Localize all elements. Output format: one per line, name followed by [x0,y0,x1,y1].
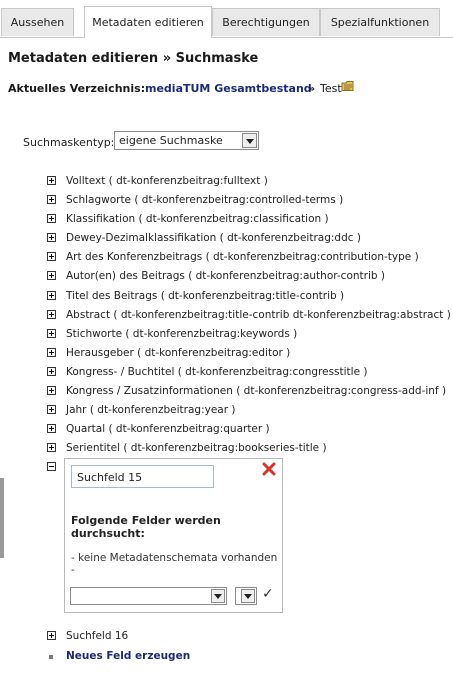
searched-fields-title: Folgende Felder werden durchsucht: [71,514,221,540]
field-label: Klassifikation ( dt-konferenzbeitrag:cla… [66,213,329,226]
collapse-minus-icon[interactable] [47,462,56,471]
tab-metadaten-editieren[interactable]: Metadaten editieren [84,6,212,38]
expand-plus-icon[interactable] [47,366,56,376]
expand-plus-icon[interactable] [47,271,56,281]
field-label: Kongress / Zusatzinformationen ( dt-konf… [66,385,447,398]
field-label: Stichworte ( dt-konferenzbeitrag:keyword… [66,327,298,340]
tab-bar: Aussehen Metadaten editieren Berechtigun… [0,0,453,38]
mask-type-value: eigene Suchmaske [119,134,223,147]
list-item: Abstract ( dt-konferenzbeitrag:title-con… [47,306,451,325]
list-item: Dewey-Dezimalklassifikation ( dt-konfere… [47,229,447,248]
list-item: Schlagworte ( dt-konferenzbeitrag:contro… [47,191,447,210]
expand-plus-icon[interactable] [47,195,56,205]
list-item: Stichworte ( dt-konferenzbeitrag:keyword… [47,325,447,344]
field-label: Serientitel ( dt-konferenzbeitrag:bookse… [66,442,327,455]
edit-field-panel: Suchfeld 15 Folgende Felder werden durch… [64,458,283,613]
expand-plus-icon[interactable] [47,405,56,415]
expand-plus-icon[interactable] [47,233,56,243]
tab-aussehen[interactable]: Aussehen [1,8,74,36]
left-edge-bar [0,478,4,558]
list-item: Serientitel ( dt-konferenzbeitrag:bookse… [47,439,447,458]
expand-plus-icon[interactable] [47,443,56,453]
page-title: Metadaten editieren » Suchmaske [8,51,259,66]
field-label: Dewey-Dezimalklassifikation ( dt-konfere… [66,232,361,245]
expand-plus-icon[interactable] [47,424,56,434]
new-field-link[interactable]: Neues Feld erzeugen [66,650,190,662]
field-label: Abstract ( dt-konferenzbeitrag:title-con… [66,308,451,321]
list-item: Kongress / Zusatzinformationen ( dt-konf… [47,382,447,401]
list-item: Volltext ( dt-konferenzbeitrag:fulltext … [47,172,447,191]
current-directory-label: Aktuelles Verzeichnis: [8,82,146,95]
list-item: Klassifikation ( dt-konferenzbeitrag:cla… [47,210,447,229]
field-label: Art des Konferenzbeitrags ( dt-konferenz… [66,251,419,264]
field-label: Jahr ( dt-konferenzbeitrag:year ) [66,404,236,417]
search-field-list: Volltext ( dt-konferenzbeitrag:fulltext … [47,172,451,458]
list-item: Kongress- / Buchtitel ( dt-konferenzbeit… [47,363,447,382]
list-item: Quartal ( dt-konferenzbeitrag:quarter ) [47,420,447,439]
directory-separator: » [308,82,316,95]
field-label: Herausgeber ( dt-konferenzbeitrag:editor… [66,346,291,359]
expand-plus-icon[interactable] [47,214,56,224]
list-item: Titel des Beitrags ( dt-konferenzbeitrag… [47,287,447,306]
chevron-down-icon[interactable] [242,133,257,148]
expand-plus-icon[interactable] [47,347,56,357]
tab-berechtigungen[interactable]: Berechtigungen [212,8,320,36]
list-item-field16: Suchfeld 16 [47,627,347,646]
expand-plus-icon[interactable] [47,290,56,300]
field-select[interactable] [235,587,257,605]
list-item: Autor(en) des Beitrags ( dt-konferenzbei… [47,267,447,286]
close-icon[interactable] [262,462,276,476]
directory-child: Test [320,82,342,95]
expand-plus-icon[interactable] [47,386,56,396]
chevron-down-icon[interactable] [241,589,255,603]
bullet-icon [49,655,53,659]
mask-type-select[interactable]: eigene Suchmaske [114,131,259,150]
field-label: Kongress- / Buchtitel ( dt-konferenzbeit… [66,365,368,378]
list-item: Art des Konferenzbeitrags ( dt-konferenz… [47,248,447,267]
list-item: Herausgeber ( dt-konferenzbeitrag:editor… [47,344,447,363]
no-schema-note: - keine Metadatenschemata vorhanden - [71,552,278,576]
expand-plus-icon[interactable] [47,252,56,262]
field-label: Quartal ( dt-konferenzbeitrag:quarter ) [66,423,270,436]
folder-edit-icon[interactable] [341,80,355,92]
list-item: Jahr ( dt-konferenzbeitrag:year ) [47,401,447,420]
field-label: Suchfeld 16 [66,630,129,642]
field-label: Schlagworte ( dt-konferenzbeitrag:contro… [66,194,344,207]
field-name-input[interactable]: Suchfeld 15 [71,465,214,488]
expand-plus-icon[interactable] [47,176,56,185]
expand-plus-icon[interactable] [47,309,56,319]
tab-spezialfunktionen[interactable]: Spezialfunktionen [320,8,440,36]
expand-plus-icon[interactable] [47,631,56,640]
confirm-check-icon[interactable]: ✓ [262,586,274,602]
chevron-down-icon[interactable] [211,589,225,603]
expand-plus-icon[interactable] [47,328,56,338]
schema-select[interactable] [70,587,227,605]
current-directory: Aktuelles Verzeichnis: mediaTUM Gesamtbe… [8,82,342,95]
field-label: Autor(en) des Beitrags ( dt-konferenzbei… [66,270,385,283]
directory-link[interactable]: mediaTUM Gesamtbestand [145,82,312,95]
field-label: Titel des Beitrags ( dt-konferenzbeitrag… [66,289,345,302]
field-label: Volltext ( dt-konferenzbeitrag:fulltext … [66,175,268,187]
mask-type-label: Suchmaskentyp: [23,136,115,149]
